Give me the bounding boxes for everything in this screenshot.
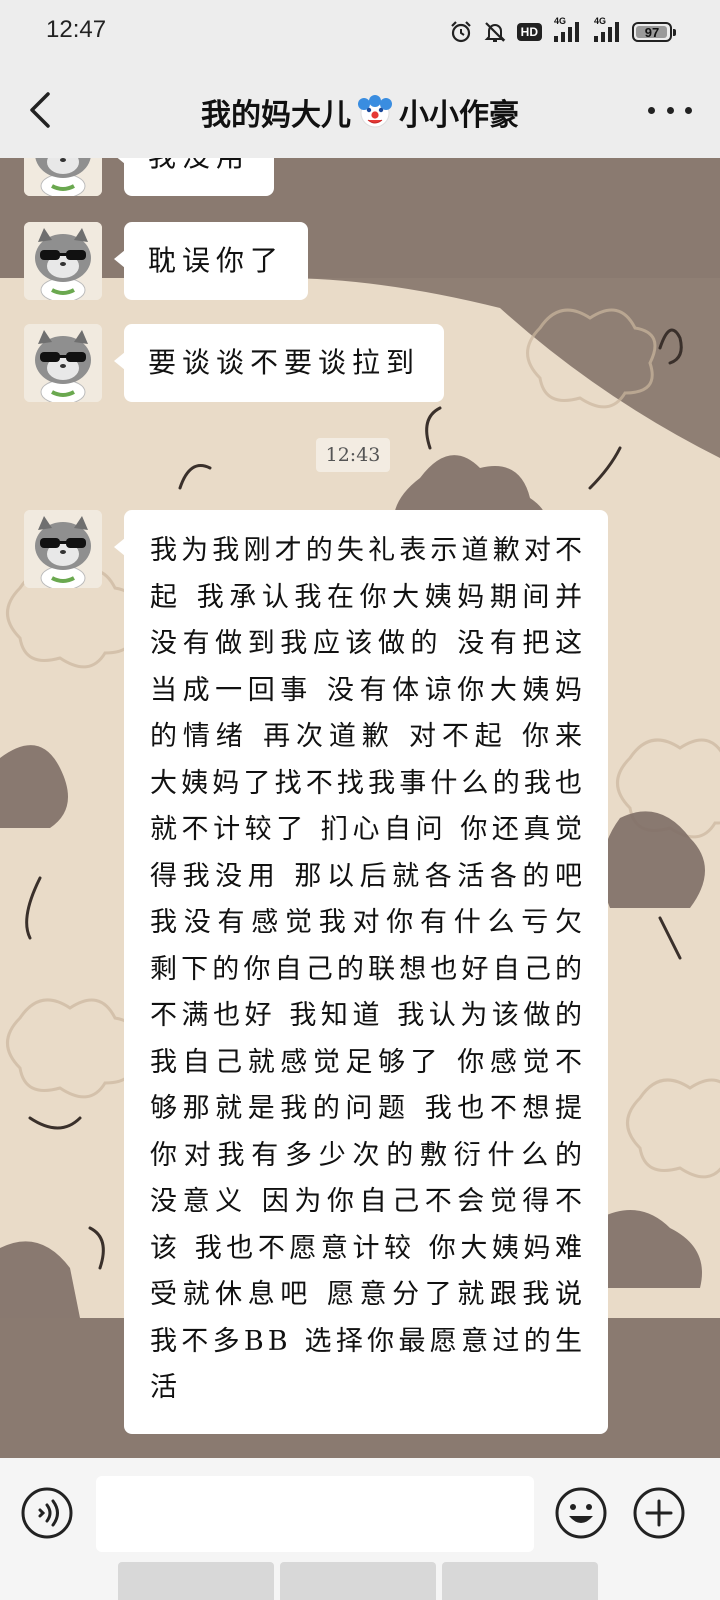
message-row: 我为我刚才的失礼表示道歉对不起 我承认我在你大姨妈期间并没有做到我应该做的 没有… — [24, 510, 608, 1434]
raccoon-avatar-icon — [24, 158, 102, 196]
raccoon-avatar-icon — [24, 222, 102, 300]
emoji-button[interactable] — [554, 1486, 608, 1540]
message-row: 我没用 — [24, 158, 275, 196]
raccoon-avatar-icon — [24, 324, 102, 402]
status-bar: 12:47 HD 4G 4G 97 — [0, 0, 720, 64]
emoji-icon — [555, 1487, 607, 1539]
avatar[interactable] — [24, 222, 102, 300]
voice-button[interactable] — [20, 1486, 74, 1540]
bottom-panel-handles — [118, 1562, 598, 1600]
signal-icon: 4G — [552, 16, 582, 44]
chat-area[interactable]: 我没用 耽误你了 — [0, 158, 720, 1458]
message-bubble[interactable]: 要谈谈不要谈拉到 — [113, 324, 445, 402]
chat-title-left: 我的妈大儿 — [201, 98, 351, 133]
avatar[interactable] — [24, 158, 102, 196]
panel-tab — [118, 1562, 274, 1600]
plus-button[interactable] — [632, 1486, 686, 1540]
message-bubble[interactable]: 我没用 — [113, 158, 275, 196]
chat-header: 我的妈大儿 小小作豪 — [0, 64, 720, 158]
message-row: 耽误你了 — [24, 222, 309, 300]
status-icons: HD 4G 4G 97 — [449, 16, 676, 46]
chat-title-right: 小小作豪 — [399, 98, 519, 133]
more-dots-icon — [648, 106, 655, 114]
raccoon-avatar-icon — [24, 510, 102, 588]
avatar[interactable] — [24, 324, 102, 402]
input-bar — [0, 1458, 720, 1600]
message-timestamp: 12:43 — [316, 438, 390, 472]
plus-icon — [633, 1487, 685, 1539]
clown-face-icon — [358, 95, 392, 128]
chevron-left-icon — [30, 92, 50, 128]
mute-icon — [484, 22, 506, 42]
hd-icon: HD — [516, 23, 542, 41]
message-bubble-long[interactable]: 我为我刚才的失礼表示道歉对不起 我承认我在你大姨妈期间并没有做到我应该做的 没有… — [114, 510, 608, 1434]
avatar[interactable] — [24, 510, 102, 588]
alarm-icon — [450, 21, 471, 43]
signal-icon: 4G — [592, 16, 622, 44]
chat-title: 我的妈大儿 小小作豪 — [150, 90, 570, 134]
back-button[interactable] — [24, 90, 60, 130]
panel-tab — [280, 1562, 436, 1600]
status-time: 12:47 — [46, 16, 107, 43]
message-bubble[interactable]: 耽误你了 — [113, 222, 309, 300]
battery-level: 97 — [644, 24, 660, 40]
more-button[interactable] — [648, 96, 692, 124]
message-input[interactable] — [96, 1476, 534, 1552]
battery-icon: 97 — [632, 22, 676, 42]
panel-tab — [442, 1562, 598, 1600]
voice-icon — [21, 1487, 73, 1539]
message-row: 要谈谈不要谈拉到 — [24, 324, 445, 402]
